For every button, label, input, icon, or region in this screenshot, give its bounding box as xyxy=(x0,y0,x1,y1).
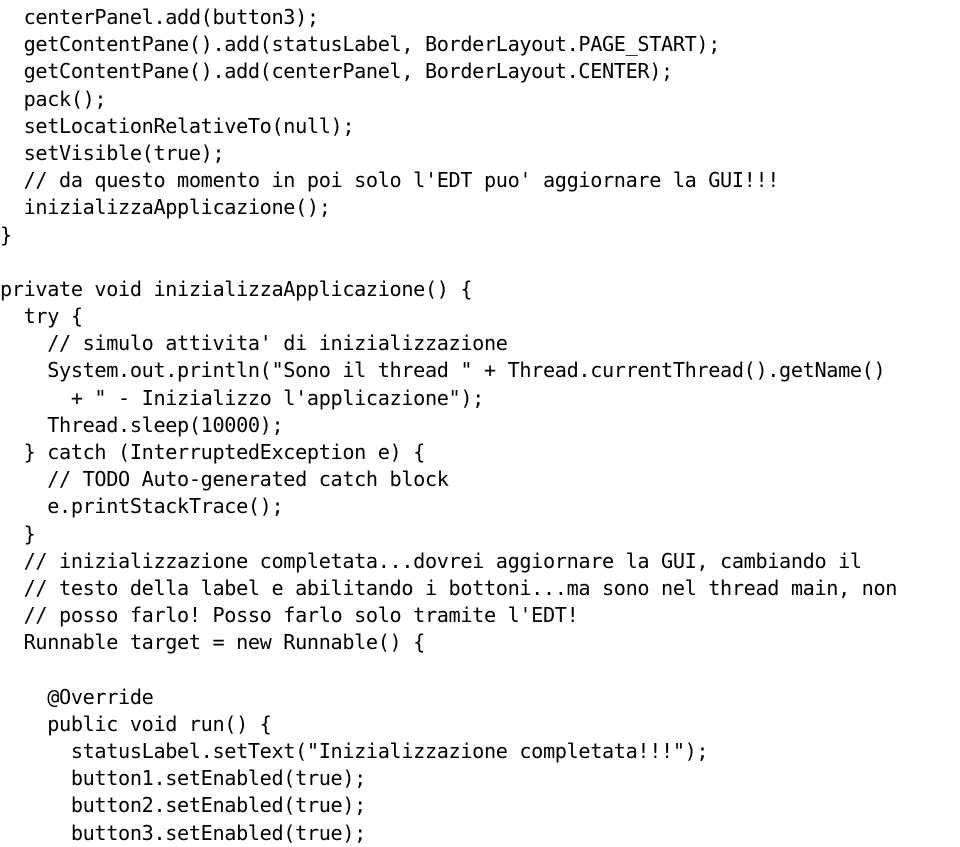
code-line: System.out.println("Sono il thread " + T… xyxy=(0,358,886,383)
code-line: getContentPane().add(centerPanel, Border… xyxy=(0,59,674,84)
code-line: statusLabel.setText("Inizializzazione co… xyxy=(0,739,709,764)
code-line: inizializzaApplicazione(); xyxy=(0,195,331,220)
code-line: } catch (InterruptedException e) { xyxy=(0,440,426,464)
code-listing: centerPanel.add(button3); getContentPane… xyxy=(0,0,960,847)
code-line: } xyxy=(0,222,12,247)
code-line: e.printStackTrace(); xyxy=(0,494,284,519)
code-line: centerPanel.add(button3); xyxy=(0,5,319,29)
code-line: // TODO Auto-generated catch block xyxy=(0,467,449,492)
code-line: } xyxy=(0,521,36,546)
code-line: try { xyxy=(0,304,83,329)
code-line: setLocationRelativeTo(null); xyxy=(0,113,355,138)
code-line: // inizializzazione completata...dovrei … xyxy=(0,548,862,573)
code-line: button2.setEnabled(true); xyxy=(0,793,366,818)
code-line: pack(); xyxy=(0,86,107,111)
code-line: // da questo momento in poi solo l'EDT p… xyxy=(0,168,780,193)
code-line: // testo della label e abilitando i bott… xyxy=(0,575,898,600)
code-line: @Override xyxy=(0,684,154,709)
code-line: // simulo attivita' di inizializzazione xyxy=(0,331,508,356)
code-line: + " - Inizializzo l'applicazione"); xyxy=(0,385,485,410)
code-line: Thread.sleep(10000); xyxy=(0,412,284,437)
code-line: private void inizializzaApplicazione() { xyxy=(0,276,473,301)
code-line: // posso farlo! Posso farlo solo tramite… xyxy=(0,603,579,628)
code-line: public void run() { xyxy=(0,711,272,736)
code-line: Runnable target = new Runnable() { xyxy=(0,630,426,655)
code-line: button3.setEnabled(true); xyxy=(0,820,366,845)
code-line: setVisible(true); xyxy=(0,140,225,165)
code-line: button1.setEnabled(true); xyxy=(0,766,366,791)
code-line: getContentPane().add(statusLabel, Border… xyxy=(0,32,721,57)
